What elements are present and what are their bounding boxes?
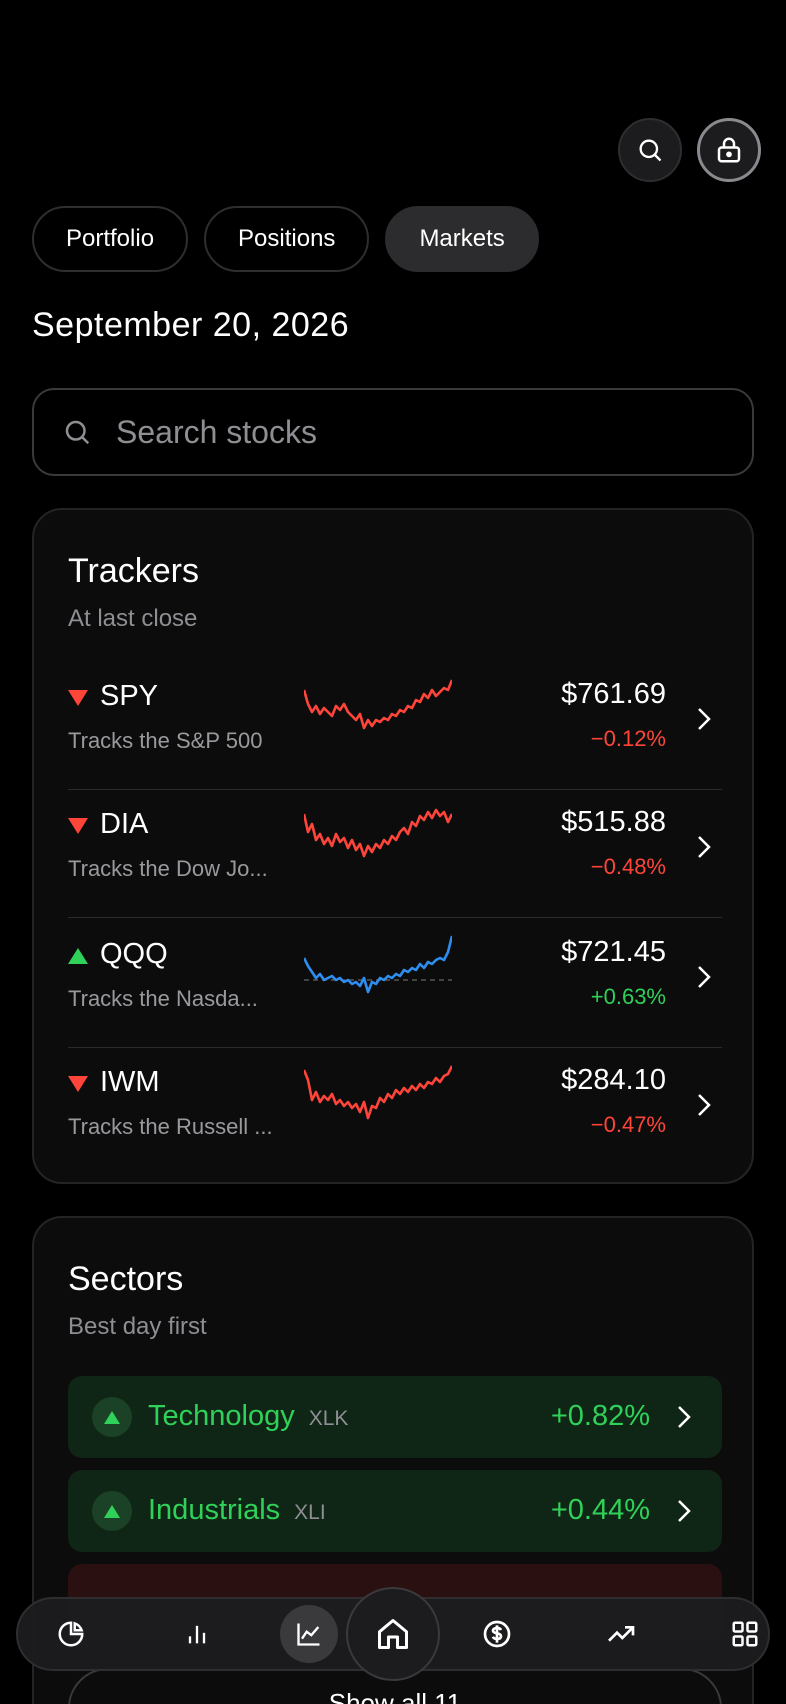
trackers-card: Trackers At last close SPY Tracks the S&… xyxy=(32,508,754,1184)
lock-icon xyxy=(717,137,741,163)
tracker-row-dia[interactable]: DIA Tracks the Dow Jo... $515.88 −0.48% xyxy=(68,790,722,918)
tracker-price: $761.69 xyxy=(561,678,666,710)
dollar-icon xyxy=(483,1620,511,1648)
up-triangle-icon xyxy=(92,1397,132,1437)
tab-portfolio[interactable]: Portfolio xyxy=(32,206,189,272)
nav-cash[interactable] xyxy=(464,1601,530,1667)
page-date: September 20, 2026 xyxy=(32,306,350,344)
grid-icon xyxy=(732,1621,758,1647)
tracker-change: +0.63% xyxy=(590,984,666,1009)
nav-markets[interactable] xyxy=(280,1605,338,1663)
search-input[interactable]: Search stocks xyxy=(32,388,754,476)
search-icon xyxy=(65,420,90,445)
sparkline xyxy=(304,808,452,858)
search-icon xyxy=(639,139,662,162)
divider xyxy=(68,917,722,918)
tracker-price: $515.88 xyxy=(561,806,666,838)
search-button[interactable] xyxy=(618,118,682,182)
sector-ticker: XLI xyxy=(294,1501,326,1524)
tracker-symbol: QQQ xyxy=(100,938,168,970)
nav-stats[interactable] xyxy=(164,1601,230,1667)
lock-button[interactable] xyxy=(697,118,761,182)
sector-name: Technology xyxy=(148,1400,295,1432)
chevron-right-icon xyxy=(698,966,711,988)
down-triangle-icon xyxy=(68,818,88,834)
trackers-subtitle: At last close xyxy=(68,605,198,632)
chevron-right-icon xyxy=(698,836,711,858)
sector-row-technology[interactable]: Technology XLK +0.82% xyxy=(68,1376,722,1458)
tracker-symbol: IWM xyxy=(100,1066,160,1098)
chevron-right-icon xyxy=(678,1500,691,1522)
chevron-right-icon xyxy=(698,708,711,730)
sectors-title: Sectors xyxy=(68,1260,184,1298)
sector-name: Industrials xyxy=(148,1494,281,1526)
tab-positions[interactable]: Positions xyxy=(204,206,370,272)
tracker-description: Tracks the Russell ... xyxy=(68,1114,273,1139)
sector-name-group: Technology XLK xyxy=(148,1400,348,1433)
up-triangle-icon xyxy=(92,1491,132,1531)
tracker-row-spy[interactable]: SPY Tracks the S&P 500 $761.69 −0.12% xyxy=(68,662,722,790)
tracker-row-qqq[interactable]: QQQ Tracks the Nasda... $721.45 +0.63% xyxy=(68,920,722,1048)
sparkline xyxy=(304,935,452,994)
tracker-change: −0.12% xyxy=(590,726,666,751)
sector-change: +0.44% xyxy=(550,1494,650,1526)
tracker-price: $721.45 xyxy=(561,936,666,968)
tab-bar: Portfolio Positions Markets xyxy=(32,206,539,272)
sparkline xyxy=(304,679,452,730)
tracker-description: Tracks the Dow Jo... xyxy=(68,856,268,881)
tracker-description: Tracks the S&P 500 xyxy=(68,728,263,753)
tracker-symbol: SPY xyxy=(100,680,159,712)
tab-markets[interactable]: Markets xyxy=(385,206,539,272)
trackers-title: Trackers xyxy=(68,552,199,590)
sector-ticker: XLK xyxy=(308,1407,349,1430)
nav-home[interactable] xyxy=(346,1587,440,1681)
down-triangle-icon xyxy=(68,690,88,706)
up-triangle-icon xyxy=(68,948,88,964)
tracker-price: $284.10 xyxy=(561,1064,666,1096)
trending-up-icon xyxy=(608,1626,635,1642)
sector-row-industrials[interactable]: Industrials XLI +0.44% xyxy=(68,1470,722,1552)
chevron-right-icon xyxy=(698,1094,711,1116)
nav-trends[interactable] xyxy=(588,1601,654,1667)
tracker-symbol: DIA xyxy=(100,808,149,840)
chevron-right-icon xyxy=(678,1406,691,1428)
sector-change: +0.82% xyxy=(550,1400,650,1432)
nav-portfolio[interactable] xyxy=(38,1601,104,1667)
tracker-description: Tracks the Nasda... xyxy=(68,986,258,1011)
tracker-change: −0.48% xyxy=(590,854,666,879)
sector-name-group: Industrials XLI xyxy=(148,1494,326,1527)
down-triangle-icon xyxy=(68,1076,88,1092)
line-chart-icon xyxy=(297,1623,320,1646)
tracker-row-iwm[interactable]: IWM Tracks the Russell ... $284.10 −0.47… xyxy=(68,1048,722,1176)
sectors-subtitle: Best day first xyxy=(68,1313,207,1340)
pie-chart-icon xyxy=(58,1621,84,1647)
sparkline xyxy=(304,1065,452,1120)
home-icon xyxy=(378,1619,408,1649)
search-placeholder: Search stocks xyxy=(116,413,317,450)
nav-more[interactable] xyxy=(712,1601,778,1667)
tracker-change: −0.47% xyxy=(590,1112,666,1137)
bar-chart-icon xyxy=(188,1625,206,1644)
